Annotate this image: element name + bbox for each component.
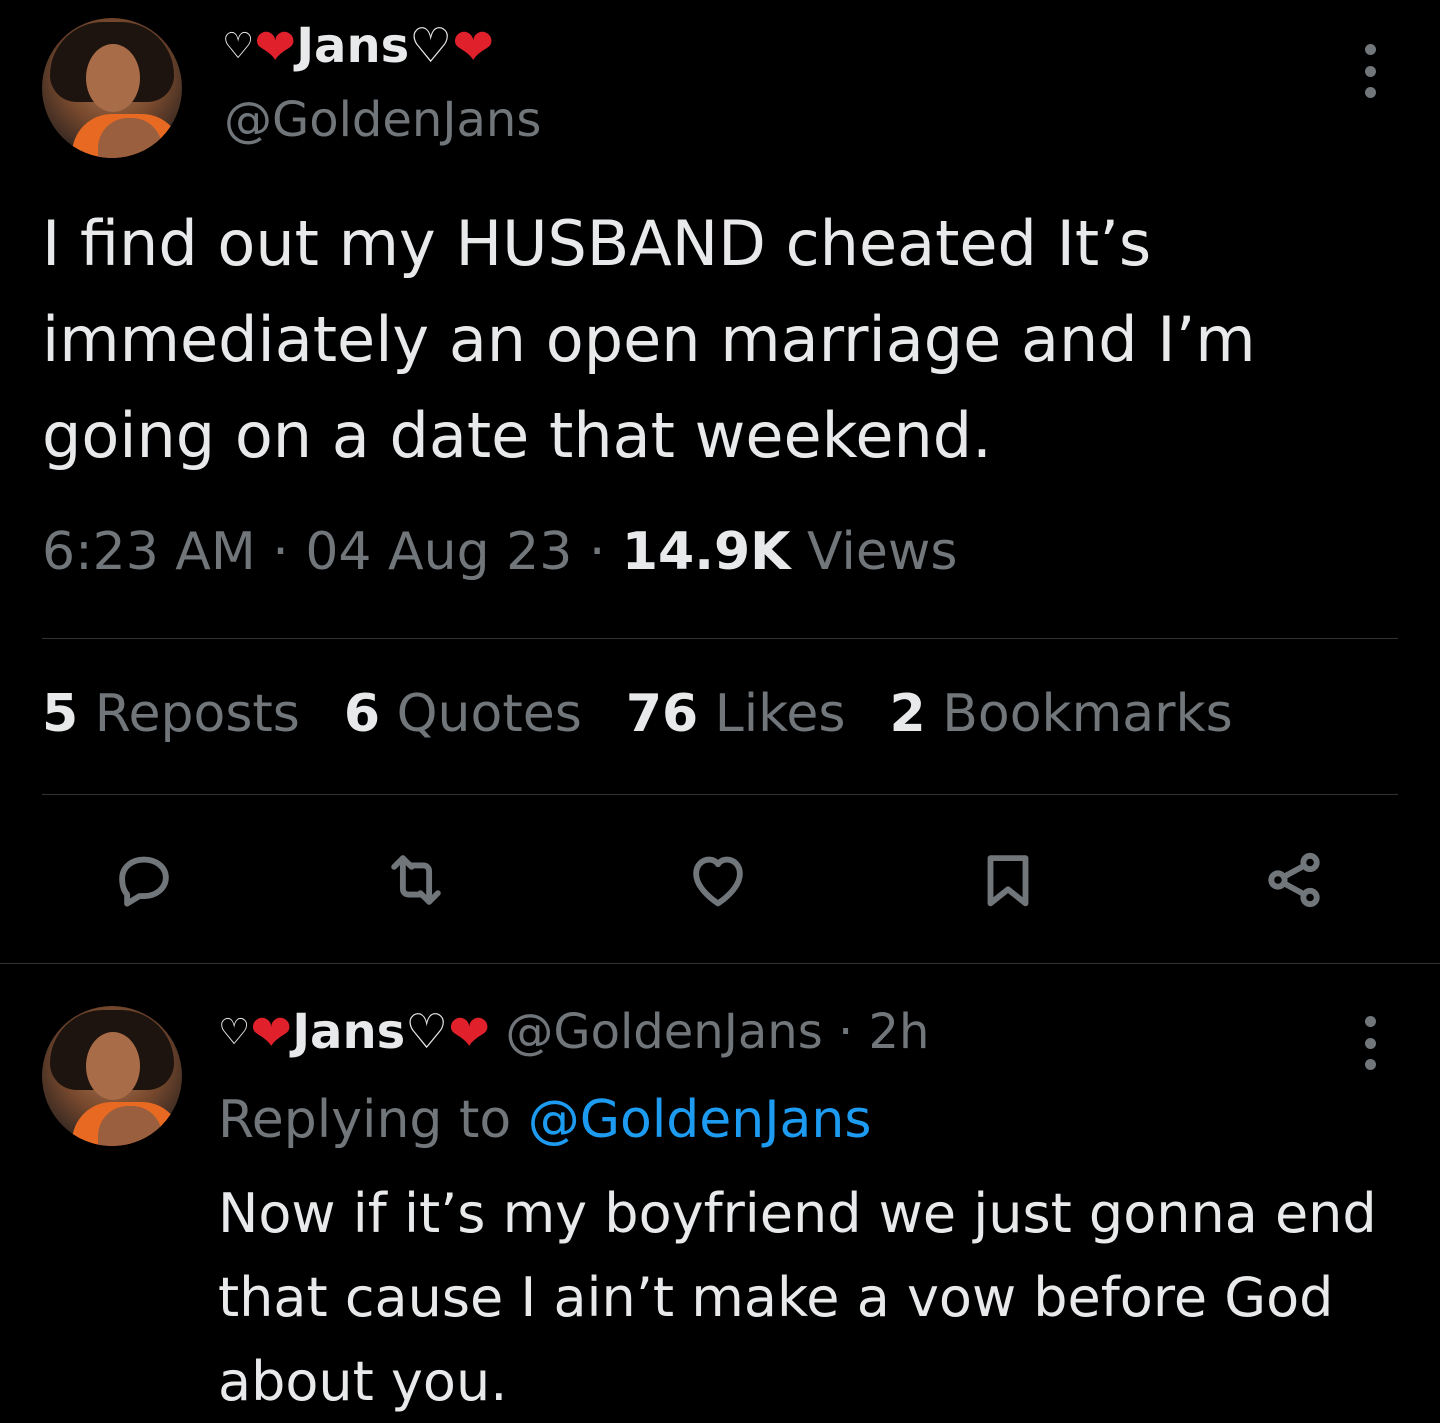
bookmarks-stat[interactable]: 2 Bookmarks	[889, 684, 1232, 744]
reposts-count: 5	[42, 684, 79, 744]
bookmarks-count: 2	[889, 684, 926, 744]
reposts-stat[interactable]: 5 Reposts	[42, 684, 300, 744]
reply-icon[interactable]	[102, 838, 186, 922]
views-count[interactable]: 14.9K	[622, 522, 791, 582]
views-label[interactable]: Views	[807, 522, 958, 582]
replying-handle-link[interactable]: @GoldenJans	[528, 1090, 872, 1150]
repost-icon[interactable]	[374, 838, 458, 922]
divider	[42, 638, 1398, 639]
separator-dot: ·	[588, 522, 606, 582]
quotes-count: 6	[343, 684, 381, 744]
engagement-stats: 5 Reposts 6 Quotes 76 Likes 2 Bookmarks	[42, 684, 1233, 744]
display-name-text: Jans♡	[296, 18, 453, 74]
reply-tweet[interactable]: ♡❤Jans♡❤ @GoldenJans · 2h Replying to @G…	[0, 964, 1440, 1423]
divider	[42, 794, 1398, 795]
display-name[interactable]: ♡❤Jans♡❤	[218, 1004, 491, 1062]
red-heart-icon: ❤	[452, 18, 495, 76]
user-handle[interactable]: @GoldenJans	[224, 92, 541, 148]
red-heart-icon: ❤	[448, 1004, 491, 1062]
more-options-icon[interactable]	[1360, 44, 1380, 98]
reply-time[interactable]: 2h	[869, 1004, 930, 1060]
bookmarks-label: Bookmarks	[942, 684, 1233, 744]
reposts-label: Reposts	[94, 684, 300, 744]
replying-to: Replying to @GoldenJans	[218, 1090, 871, 1150]
tweet-thread-screen: ♡❤Jans♡❤ @GoldenJans I find out my HUSBA…	[0, 0, 1440, 1423]
tweet-date[interactable]: 04 Aug 23	[305, 522, 572, 582]
red-heart-icon: ❤	[250, 1004, 293, 1062]
replying-label: Replying to	[218, 1090, 512, 1150]
red-heart-icon: ❤	[254, 18, 297, 76]
reply-header: ♡❤Jans♡❤ @GoldenJans · 2h	[218, 1004, 929, 1062]
quotes-stat[interactable]: 6 Quotes	[344, 684, 582, 744]
avatar[interactable]	[42, 18, 182, 158]
more-options-icon[interactable]	[1360, 1016, 1380, 1070]
like-icon[interactable]	[676, 838, 760, 922]
quotes-label: Quotes	[396, 684, 582, 744]
display-name-text: Jans♡	[292, 1004, 449, 1060]
display-name[interactable]: ♡❤Jans♡❤	[222, 18, 494, 76]
likes-count: 76	[625, 684, 699, 744]
tweet-time[interactable]: 6:23 AM	[42, 522, 256, 582]
heart-outline-icon: ♡	[218, 1012, 251, 1053]
tweet-text: I find out my HUSBAND cheated It’s immed…	[42, 207, 1256, 472]
avatar[interactable]	[42, 1006, 182, 1146]
main-tweet: ♡❤Jans♡❤ @GoldenJans I find out my HUSBA…	[0, 0, 1440, 963]
separator-dot: ·	[272, 522, 289, 582]
heart-outline-icon: ♡	[222, 26, 255, 67]
likes-label: Likes	[714, 684, 846, 744]
user-handle[interactable]: @GoldenJans	[505, 1004, 822, 1060]
likes-stat[interactable]: 76 Likes	[626, 684, 846, 744]
separator-dot: ·	[837, 1004, 854, 1060]
tweet-metadata: 6:23 AM · 04 Aug 23 · 14.9K Views	[42, 522, 958, 582]
reply-text: Now if it’s my boyfriend we just gonna e…	[218, 1182, 1377, 1413]
bookmark-icon[interactable]	[966, 838, 1050, 922]
action-bar	[0, 838, 1440, 928]
share-icon[interactable]	[1252, 838, 1336, 922]
